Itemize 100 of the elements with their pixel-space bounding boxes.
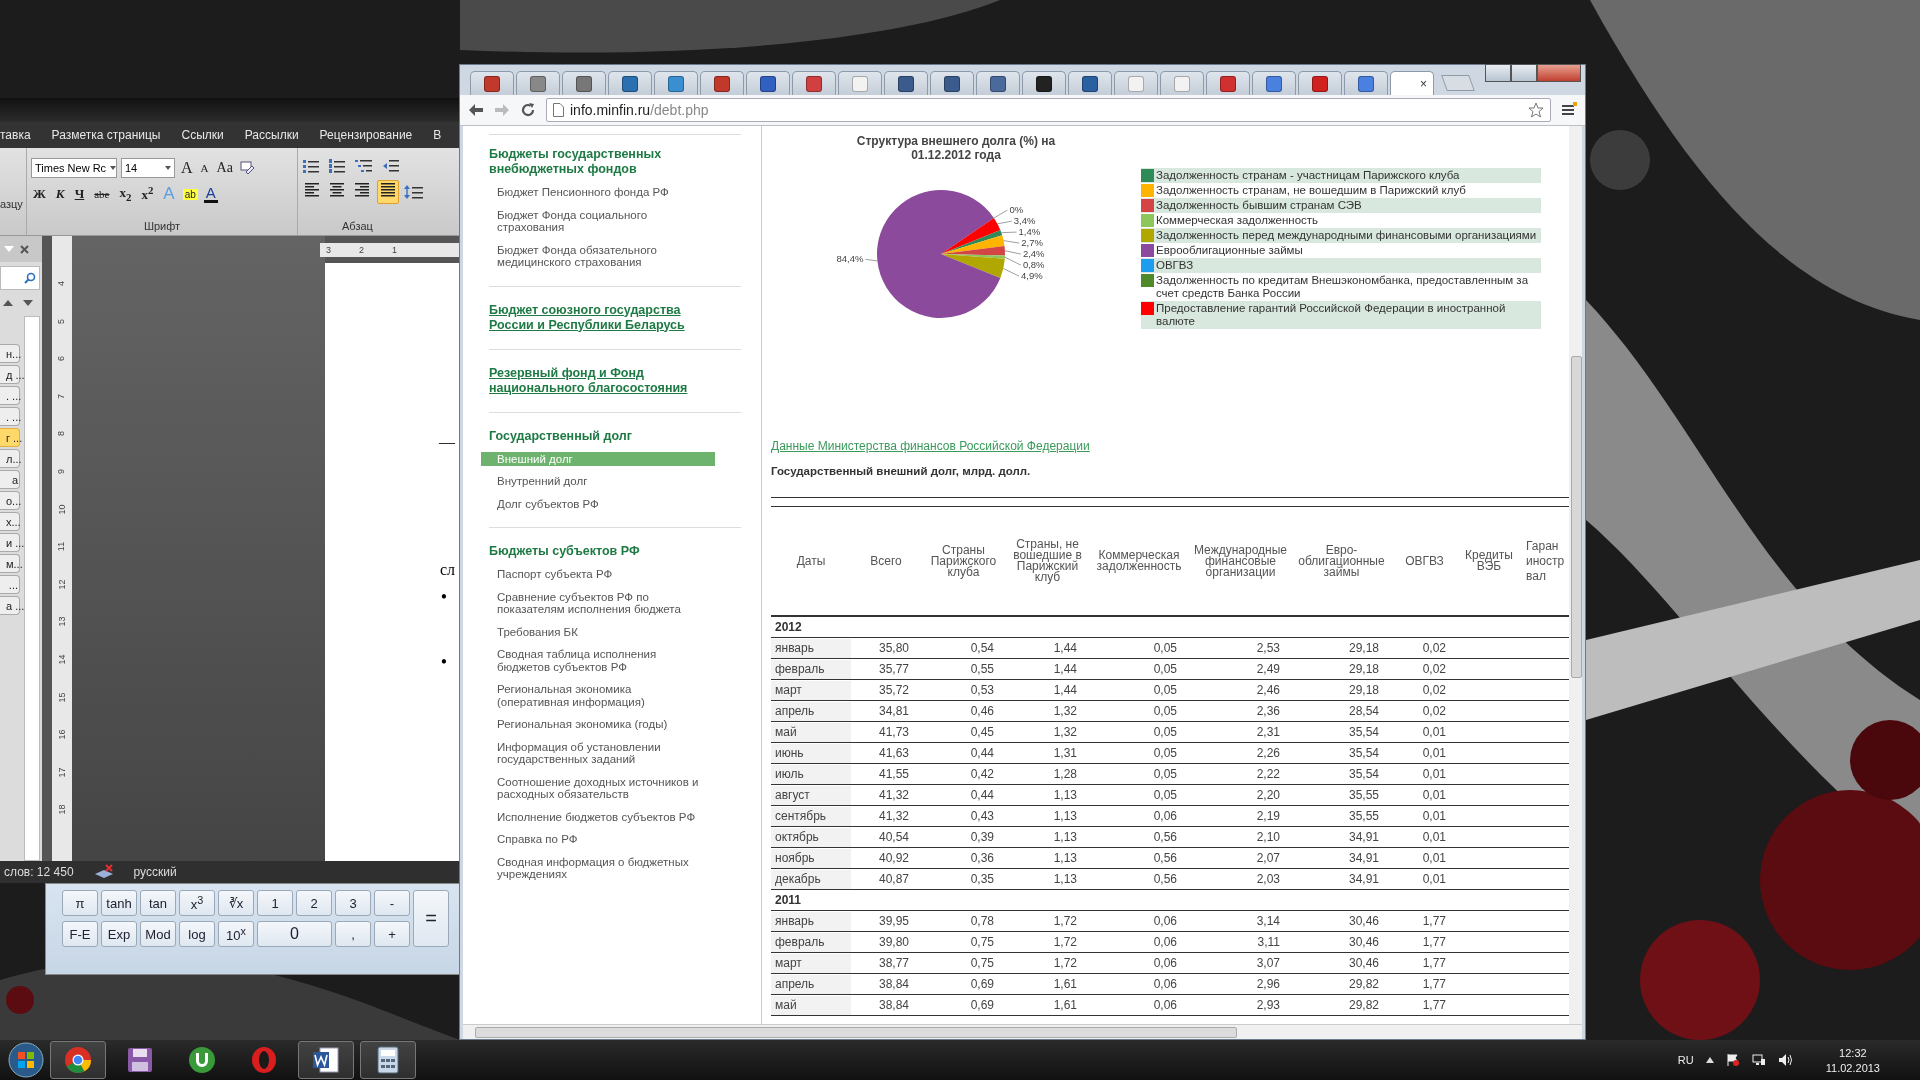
browser-tab[interactable]: × [1390, 71, 1434, 95]
calculator-key[interactable]: 10$^{x}$ [218, 921, 254, 947]
sidebar-item[interactable]: Бюджет Фонда обязательного медицинского страхования [489, 242, 710, 270]
color-button[interactable]: A [203, 185, 218, 203]
sidebar-item[interactable]: Внутренний долг [489, 474, 710, 489]
nav-item[interactable]: г ... [0, 428, 20, 447]
browser-tab[interactable] [470, 71, 514, 95]
ribbon-tab[interactable]: Разметка страницы [51, 128, 161, 142]
calculator-key[interactable]: 3 [335, 890, 371, 916]
bullets-icon[interactable] [302, 158, 320, 174]
sidebar-item[interactable]: Региональная экономика (годы) [489, 717, 710, 732]
script-button[interactable]: x$^{2}$ [139, 184, 156, 204]
browser-tab[interactable] [1022, 71, 1066, 95]
maximize-button[interactable] [1511, 64, 1537, 82]
language-status[interactable]: русский [133, 865, 177, 879]
nav-item[interactable]: ... [0, 575, 20, 594]
sidebar-item[interactable]: Сводная информация о бюджетных учреждениях [489, 854, 710, 882]
ribbon-tab[interactable]: Рассылки [244, 128, 299, 142]
taskbar-button[interactable] [298, 1041, 354, 1079]
indent-icon[interactable] [382, 158, 400, 174]
eraser-icon[interactable] [238, 160, 255, 176]
sidebar-item[interactable]: Требования БК [489, 624, 710, 639]
clock-date[interactable]: 11.02.2013 [1825, 1061, 1880, 1074]
ribbon-tab[interactable]: Ссылки [181, 128, 224, 142]
numbering-icon[interactable] [328, 158, 346, 174]
calculator-key[interactable]: - [374, 890, 410, 916]
calculator-key[interactable]: tan [140, 890, 176, 916]
change-case-button[interactable]: Aa [214, 160, 235, 176]
close-button[interactable] [1537, 64, 1581, 82]
grow-font-button[interactable]: A [179, 159, 195, 177]
calculator-key[interactable]: = [413, 890, 449, 947]
sidebar-item[interactable]: Сводная таблица исполнения бюджетов субъектов РФ [489, 647, 710, 674]
scrollbar[interactable] [1569, 126, 1582, 1024]
ribbon-tab[interactable]: тавка [0, 128, 31, 142]
down-arrow-icon[interactable] [23, 300, 33, 306]
nav-item[interactable]: х... [0, 512, 20, 531]
italic-button[interactable]: К [53, 186, 67, 202]
browser-tab[interactable] [1068, 71, 1112, 95]
nav-item[interactable]: а [0, 470, 20, 489]
nav-item[interactable]: л... [0, 449, 20, 468]
sidebar-item[interactable]: Справка по РФ [489, 832, 710, 847]
section-link[interactable]: Резервный фонд и Фонд национального благосостояния [489, 365, 689, 396]
font-name-field[interactable]: Times New Rc [31, 158, 117, 178]
align-button[interactable] [377, 180, 399, 204]
calculator-key[interactable]: 2 [296, 890, 332, 916]
clock-time[interactable]: 12:32 [1839, 1046, 1867, 1059]
browser-tab[interactable] [608, 71, 652, 95]
calculator-key[interactable]: , [335, 921, 371, 947]
up-arrow-icon[interactable] [3, 300, 13, 306]
sidebar-item[interactable]: Паспорт субъекта РФ [489, 567, 710, 582]
multilevel-list-icon[interactable] [354, 158, 374, 174]
scrollbar[interactable] [24, 316, 40, 861]
nav-item[interactable]: м... [0, 554, 20, 573]
bold-button[interactable]: Ж [31, 186, 48, 202]
nav-item[interactable]: . ... [0, 407, 20, 426]
browser-tab[interactable] [1206, 71, 1250, 95]
back-icon[interactable] [468, 103, 484, 117]
section-link[interactable]: Бюджет союзного государства России и Республики Беларусь [489, 302, 689, 333]
calculator-key[interactable]: 1 [257, 890, 293, 916]
search-icon[interactable] [24, 272, 36, 284]
browser-tab[interactable] [792, 71, 836, 95]
flag-icon[interactable] [1725, 1053, 1740, 1067]
horizontal-scrollbar[interactable] [463, 1024, 1582, 1039]
taskbar-button[interactable] [50, 1041, 106, 1079]
strike-button[interactable]: abe [92, 188, 112, 200]
sidebar-item[interactable]: Бюджет Пенсионного фонда РФ [489, 185, 710, 200]
browser-tab[interactable] [1298, 71, 1342, 95]
taskbar-button[interactable] [360, 1041, 416, 1079]
sidebar-item[interactable]: Сравнение субъектов РФ по показателям исполнения бюджета [489, 589, 710, 617]
menu-icon[interactable] [1561, 102, 1577, 118]
source-link[interactable]: Данные Министерства финансов Российской Федерации [771, 439, 1090, 453]
browser-tab[interactable] [976, 71, 1020, 95]
calculator-key[interactable]: Exp [101, 921, 137, 947]
browser-tab[interactable] [700, 71, 744, 95]
network-icon[interactable] [1751, 1053, 1766, 1067]
browser-tab[interactable] [562, 71, 606, 95]
calculator-key[interactable]: F-E [62, 921, 98, 947]
nav-item[interactable]: . ... [0, 386, 20, 405]
sidebar-item[interactable]: Бюджет Фонда социального страхования [489, 207, 710, 235]
browser-tab[interactable] [930, 71, 974, 95]
language-indicator[interactable]: RU [1677, 1054, 1694, 1066]
star-icon[interactable] [1528, 102, 1544, 118]
start-button[interactable] [8, 1042, 44, 1078]
calculator-key[interactable]: 0 [257, 921, 332, 947]
underline-button[interactable]: Ч [72, 186, 87, 202]
browser-tab[interactable] [884, 71, 928, 95]
script-button[interactable]: x$_{2}$ [117, 185, 134, 203]
sidebar-item[interactable]: Соотношение доходных источников и расходных обязательств [489, 774, 710, 802]
calculator-key[interactable]: log [179, 921, 215, 947]
sidebar-item[interactable]: Долг субъектов РФ [489, 496, 710, 511]
calculator-key[interactable]: ∛x [218, 890, 254, 916]
sidebar-item[interactable]: Исполнение бюджетов субъектов РФ [489, 809, 710, 824]
shrink-font-button[interactable]: A [198, 162, 211, 174]
nav-item[interactable]: о... [0, 491, 20, 510]
proofing-icon[interactable] [93, 864, 114, 880]
calculator-key[interactable]: π [62, 890, 98, 916]
calculator-key[interactable]: tanh [101, 890, 137, 916]
ribbon-tab[interactable]: В [433, 128, 442, 142]
highlight-button[interactable]: ab [182, 188, 198, 200]
minimize-button[interactable] [1485, 64, 1511, 82]
